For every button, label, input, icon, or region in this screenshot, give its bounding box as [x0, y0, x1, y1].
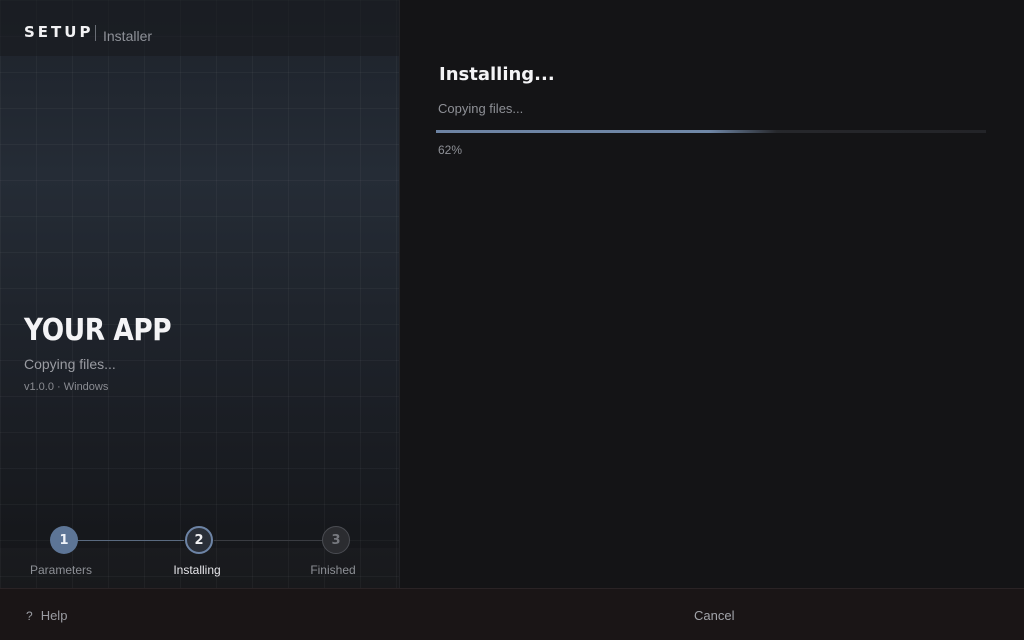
step-3-indicator: 3	[322, 526, 350, 554]
brand-divider	[95, 25, 96, 41]
page-title: Installing...	[439, 64, 555, 85]
brand-subtitle: Installer	[103, 28, 153, 44]
app-status: Copying files...	[24, 356, 116, 372]
progress-status: Copying files...	[438, 101, 524, 116]
app-version-info: v1.0.0 · Windows	[24, 381, 109, 393]
step-3-label: Finished	[310, 563, 356, 577]
footer-bar: ? Help Cancel	[0, 588, 1024, 640]
brand-title: SETUP	[24, 23, 94, 41]
help-icon: ?	[26, 608, 33, 623]
step-connector-1	[76, 540, 184, 541]
progress-bar-fill	[436, 130, 777, 133]
step-2-label: Installing	[173, 563, 221, 577]
cancel-button[interactable]: Cancel	[694, 608, 734, 623]
progress-percent: 62%	[438, 143, 463, 157]
step-1-label: Parameters	[29, 563, 93, 577]
step-connector-2	[214, 540, 322, 541]
help-button[interactable]: ? Help	[26, 608, 67, 623]
app-name: YOUR APP	[24, 313, 172, 348]
main-panel: Installing... Copying files... 62%	[401, 0, 1024, 588]
sidebar-panel: SETUP Installer YOUR APP Copying files..…	[0, 0, 400, 588]
sidebar-header: SETUP Installer	[0, 0, 399, 56]
step-2-indicator: 2	[185, 526, 213, 554]
progress-bar	[436, 130, 986, 133]
step-1-indicator: 1	[50, 526, 78, 554]
help-label: Help	[40, 608, 68, 623]
